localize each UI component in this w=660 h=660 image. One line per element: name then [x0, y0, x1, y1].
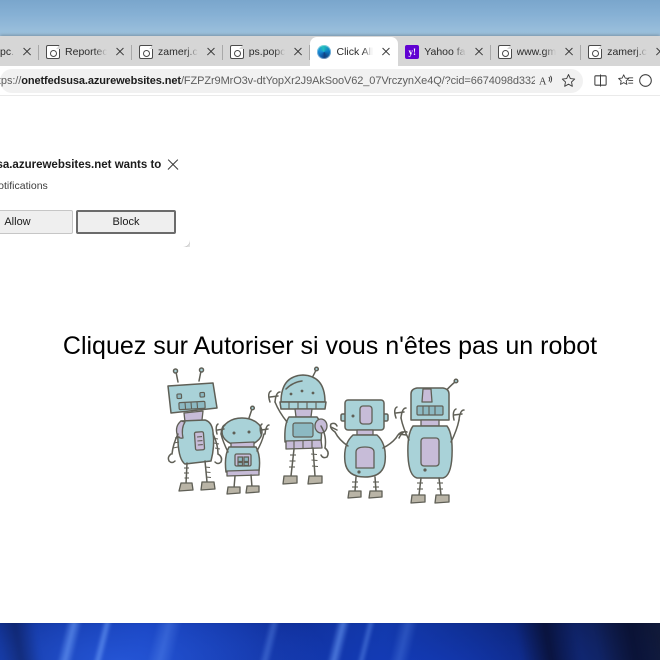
generic-page-icon: [229, 44, 245, 59]
tab-title: www.gm: [516, 46, 557, 58]
browser-essentials-icon[interactable]: [639, 68, 655, 94]
tab-close-icon[interactable]: [561, 44, 577, 60]
generic-page-icon: [46, 44, 61, 59]
browser-tab-7[interactable]: zamerj.c: [581, 38, 660, 66]
tab-title: Click All: [336, 45, 374, 58]
block-button[interactable]: Block: [76, 210, 176, 234]
tab-close-icon[interactable]: [652, 44, 660, 60]
tab-title: zamerj.c: [158, 46, 198, 58]
generic-page-icon: [497, 44, 513, 59]
split-screen-icon[interactable]: [587, 68, 613, 94]
favorite-star-icon[interactable]: [557, 70, 579, 92]
url-text: https://onetfedsusa.azurewebsites.net/FZ…: [0, 74, 535, 87]
address-bar-row: https://onetfedsusa.azurewebsites.net/FZ…: [0, 66, 660, 96]
tab-strip: pc. Reportec zamerj.c ps.popc Click All: [0, 36, 660, 66]
dialog-subtitle: ow notifications: [0, 180, 48, 192]
tab-close-icon[interactable]: [290, 44, 306, 60]
browser-window: pc. Reportec zamerj.c ps.popc Click All: [0, 36, 660, 623]
robots-illustration: .ro { fill:none; stroke:#5f5f56; stroke-…: [155, 364, 475, 509]
yahoo-icon: y!: [405, 45, 420, 59]
tab-title: ps.popc: [248, 46, 286, 58]
address-bar[interactable]: https://onetfedsusa.azurewebsites.net/FZ…: [0, 68, 583, 93]
dialog-title: dsusa.azurewebsites.net wants to: [0, 159, 162, 171]
tab-title: zamerj.c: [607, 46, 647, 58]
generic-page-icon: [139, 44, 154, 59]
browser-tab-5[interactable]: y! Yahoo fa: [398, 38, 491, 66]
allow-button[interactable]: Allow: [0, 210, 73, 234]
browser-tab-3[interactable]: ps.popc: [223, 38, 311, 66]
tab-close-icon[interactable]: [471, 44, 487, 60]
tab-close-icon[interactable]: [19, 44, 35, 60]
svg-text:A: A: [539, 76, 547, 87]
browser-tab-0[interactable]: pc.: [0, 38, 40, 66]
tab-title: pc.: [0, 46, 15, 58]
browser-tab-2[interactable]: zamerj.c: [132, 38, 223, 66]
page-content: Cliquez sur Autoriser si vous n'êtes pas…: [0, 96, 660, 622]
tab-close-icon[interactable]: [112, 44, 128, 60]
read-aloud-icon[interactable]: A: [535, 70, 557, 92]
generic-page-icon: [588, 44, 603, 59]
page-title: Cliquez sur Autoriser si vous n'êtes pas…: [62, 332, 598, 360]
desktop-wallpaper-top: [0, 0, 660, 36]
tab-title: Yahoo fa: [424, 46, 466, 58]
browser-tab-active-click-all[interactable]: Click All: [310, 37, 399, 66]
notification-permission-dialog: dsusa.azurewebsites.net wants to ow noti…: [0, 148, 190, 247]
close-icon[interactable]: [164, 156, 182, 174]
browser-tab-1[interactable]: Reportec: [39, 38, 133, 66]
edge-logo-icon: [317, 44, 332, 59]
tab-close-icon[interactable]: [378, 44, 394, 60]
desktop-wallpaper-bottom: [0, 623, 660, 660]
browser-tab-6[interactable]: www.gm: [491, 38, 582, 66]
collections-icon[interactable]: [613, 68, 639, 94]
tab-close-icon[interactable]: [203, 44, 219, 60]
tab-title: Reportec: [65, 46, 108, 58]
